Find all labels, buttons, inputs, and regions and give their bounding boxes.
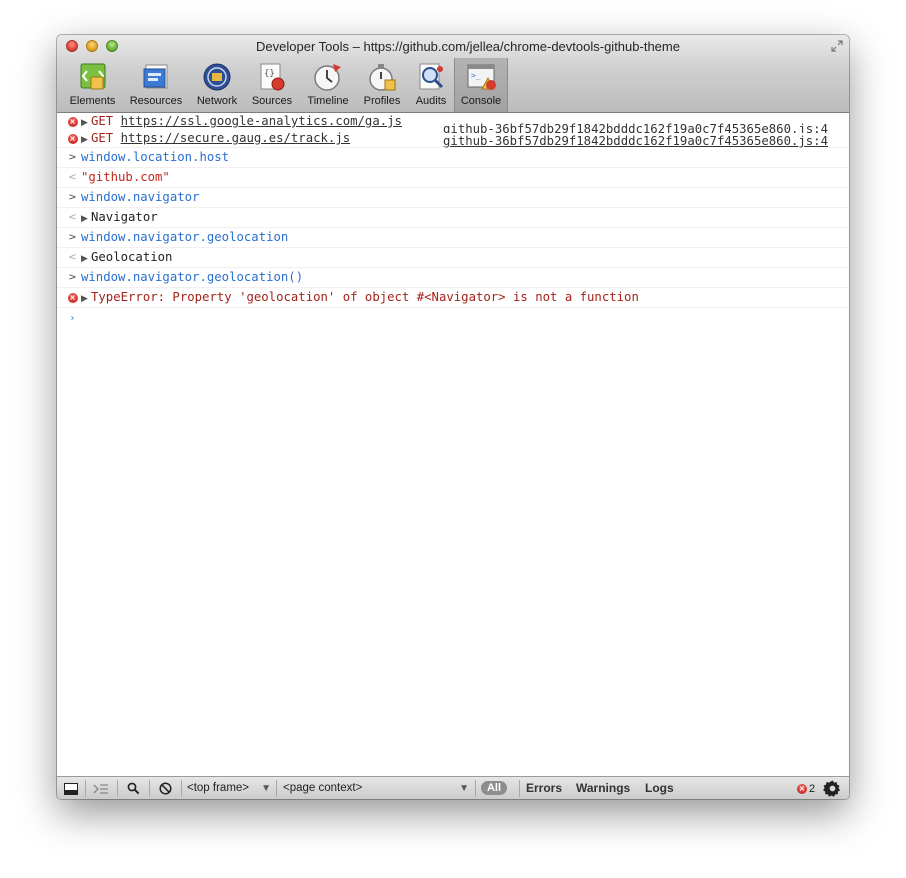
- console-drawer-button[interactable]: [86, 777, 116, 799]
- console-prompt-row[interactable]: ›: [57, 308, 849, 330]
- tab-label: Console: [460, 95, 502, 107]
- context-select-value: <page context>: [283, 782, 363, 794]
- close-window-button[interactable]: [66, 40, 78, 52]
- filter-all-button[interactable]: All: [481, 781, 507, 795]
- filter-logs-button[interactable]: Logs: [645, 777, 674, 799]
- timeline-icon: [314, 64, 341, 91]
- tab-label: Timeline: [307, 95, 349, 107]
- input-chevron-icon: >: [68, 232, 77, 243]
- console-input-row: > window.location.host: [57, 148, 849, 168]
- console-input: window.location.host: [81, 150, 230, 164]
- audits-icon: [419, 63, 444, 90]
- tab-resources[interactable]: Resources: [122, 58, 190, 112]
- console-error-row: × ▶ TypeError: Property 'geolocation' of …: [57, 288, 849, 308]
- svg-text:>_: >_: [471, 71, 481, 80]
- expand-triangle-icon[interactable]: ▶: [81, 210, 91, 229]
- tab-sources[interactable]: {} Sources: [244, 58, 300, 112]
- error-message: TypeError: Property 'geolocation' of obj…: [91, 290, 639, 304]
- chevron-down-icon: ▼: [459, 783, 469, 794]
- divider: [519, 780, 520, 797]
- tab-timeline[interactable]: Timeline: [300, 58, 356, 112]
- console-error-row: × ▶ GET https://ssl.google-analytics.com/…: [57, 113, 849, 138]
- error-icon: ×: [797, 783, 807, 794]
- frame-select-value: <top frame>: [187, 782, 250, 794]
- input-chevron-icon: >: [68, 192, 77, 203]
- request-url-link[interactable]: https://secure.gaug.es/track.js: [121, 131, 351, 145]
- output-chevron-icon: <: [68, 212, 77, 223]
- panel-tabs: Elements Resources Network {} Sources Ti…: [63, 58, 508, 112]
- chevron-down-icon: ▼: [261, 783, 271, 794]
- console-input: window.navigator.geolocation: [81, 230, 289, 244]
- expand-triangle-icon[interactable]: ▶: [81, 290, 91, 309]
- console-log[interactable]: × ▶ GET https://ssl.google-analytics.com/…: [57, 113, 849, 776]
- console-output: "github.com": [81, 170, 170, 184]
- context-select[interactable]: <page context> ▼: [283, 777, 469, 799]
- clear-console-button[interactable]: [150, 777, 180, 799]
- expand-triangle-icon[interactable]: ▶: [81, 132, 91, 149]
- title-toolbar: Developer Tools – https://github.com/jel…: [57, 35, 849, 113]
- console-input-row: > window.navigator.geolocation: [57, 228, 849, 248]
- search-icon: [127, 782, 139, 795]
- console-drawer-icon: [93, 783, 108, 794]
- filter-warnings-button[interactable]: Warnings: [576, 777, 630, 799]
- console-error-row: × ▶ GET https://secure.gaug.es/track.js g…: [57, 130, 849, 150]
- tab-label: Elements: [69, 95, 116, 107]
- tab-label: Audits: [415, 95, 447, 107]
- clear-icon: [158, 782, 172, 795]
- expand-triangle-icon[interactable]: ▶: [81, 250, 91, 269]
- filter-errors-button[interactable]: Errors: [526, 777, 562, 799]
- devtools-window: Developer Tools – https://github.com/jel…: [57, 35, 849, 799]
- dock-toggle-button[interactable]: [57, 777, 84, 799]
- resources-icon: [143, 64, 168, 89]
- status-bar: <top frame> ▼ <page context> ▼ All Error…: [57, 776, 849, 799]
- tab-label: Sources: [251, 95, 293, 107]
- console-input: window.navigator: [81, 190, 200, 204]
- prompt-chevron-icon: ›: [70, 313, 75, 324]
- console-input-row: > window.navigator.geolocation(): [57, 268, 849, 288]
- input-chevron-icon: >: [68, 152, 77, 163]
- divider: [181, 780, 182, 797]
- console-output-row: < ▶ Geolocation: [57, 248, 849, 268]
- tab-network[interactable]: Network: [190, 58, 244, 112]
- tab-label: Network: [196, 95, 238, 107]
- console-input-row: > window.navigator: [57, 188, 849, 208]
- sources-icon: {}: [260, 63, 285, 91]
- divider: [276, 780, 277, 797]
- tab-elements[interactable]: Elements: [63, 58, 122, 112]
- tab-audits[interactable]: Audits: [408, 58, 454, 112]
- error-icon: ×: [67, 134, 78, 144]
- request-method: GET: [91, 114, 114, 128]
- output-chevron-icon: <: [68, 252, 77, 263]
- dock-icon: [63, 782, 78, 795]
- elements-icon: [80, 63, 105, 90]
- console-output-row: < ▶ Navigator: [57, 208, 849, 228]
- frame-select[interactable]: <top frame> ▼: [187, 777, 271, 799]
- divider: [475, 780, 476, 797]
- tab-label: Profiles: [363, 95, 401, 107]
- request-url-link[interactable]: https://ssl.google-analytics.com/ga.js: [121, 114, 402, 128]
- tab-console[interactable]: >_ Console: [454, 58, 508, 112]
- output-chevron-icon: <: [68, 172, 77, 183]
- error-icon: ×: [67, 293, 78, 303]
- console-output-object[interactable]: Geolocation: [91, 250, 172, 264]
- zoom-window-button[interactable]: [106, 40, 118, 52]
- console-output-object[interactable]: Navigator: [91, 210, 158, 224]
- console-icon: >_: [467, 64, 496, 90]
- input-chevron-icon: >: [68, 272, 77, 283]
- profiles-icon: [369, 64, 396, 91]
- fullscreen-icon[interactable]: [831, 40, 843, 52]
- minimize-window-button[interactable]: [86, 40, 98, 52]
- request-method: GET: [91, 131, 114, 145]
- svg-text:{}: {}: [264, 69, 275, 79]
- network-icon: [203, 63, 231, 91]
- error-count: 2: [809, 782, 816, 795]
- tab-profiles[interactable]: Profiles: [356, 58, 408, 112]
- gear-icon[interactable]: [823, 779, 842, 798]
- console-input: window.navigator.geolocation(): [81, 270, 304, 284]
- tab-label: Resources: [129, 95, 183, 107]
- window-title: Developer Tools – https://github.com/jel…: [256, 39, 680, 54]
- console-output-row: < "github.com": [57, 168, 849, 188]
- search-button[interactable]: [118, 777, 148, 799]
- error-count-badge[interactable]: × 2: [797, 777, 815, 799]
